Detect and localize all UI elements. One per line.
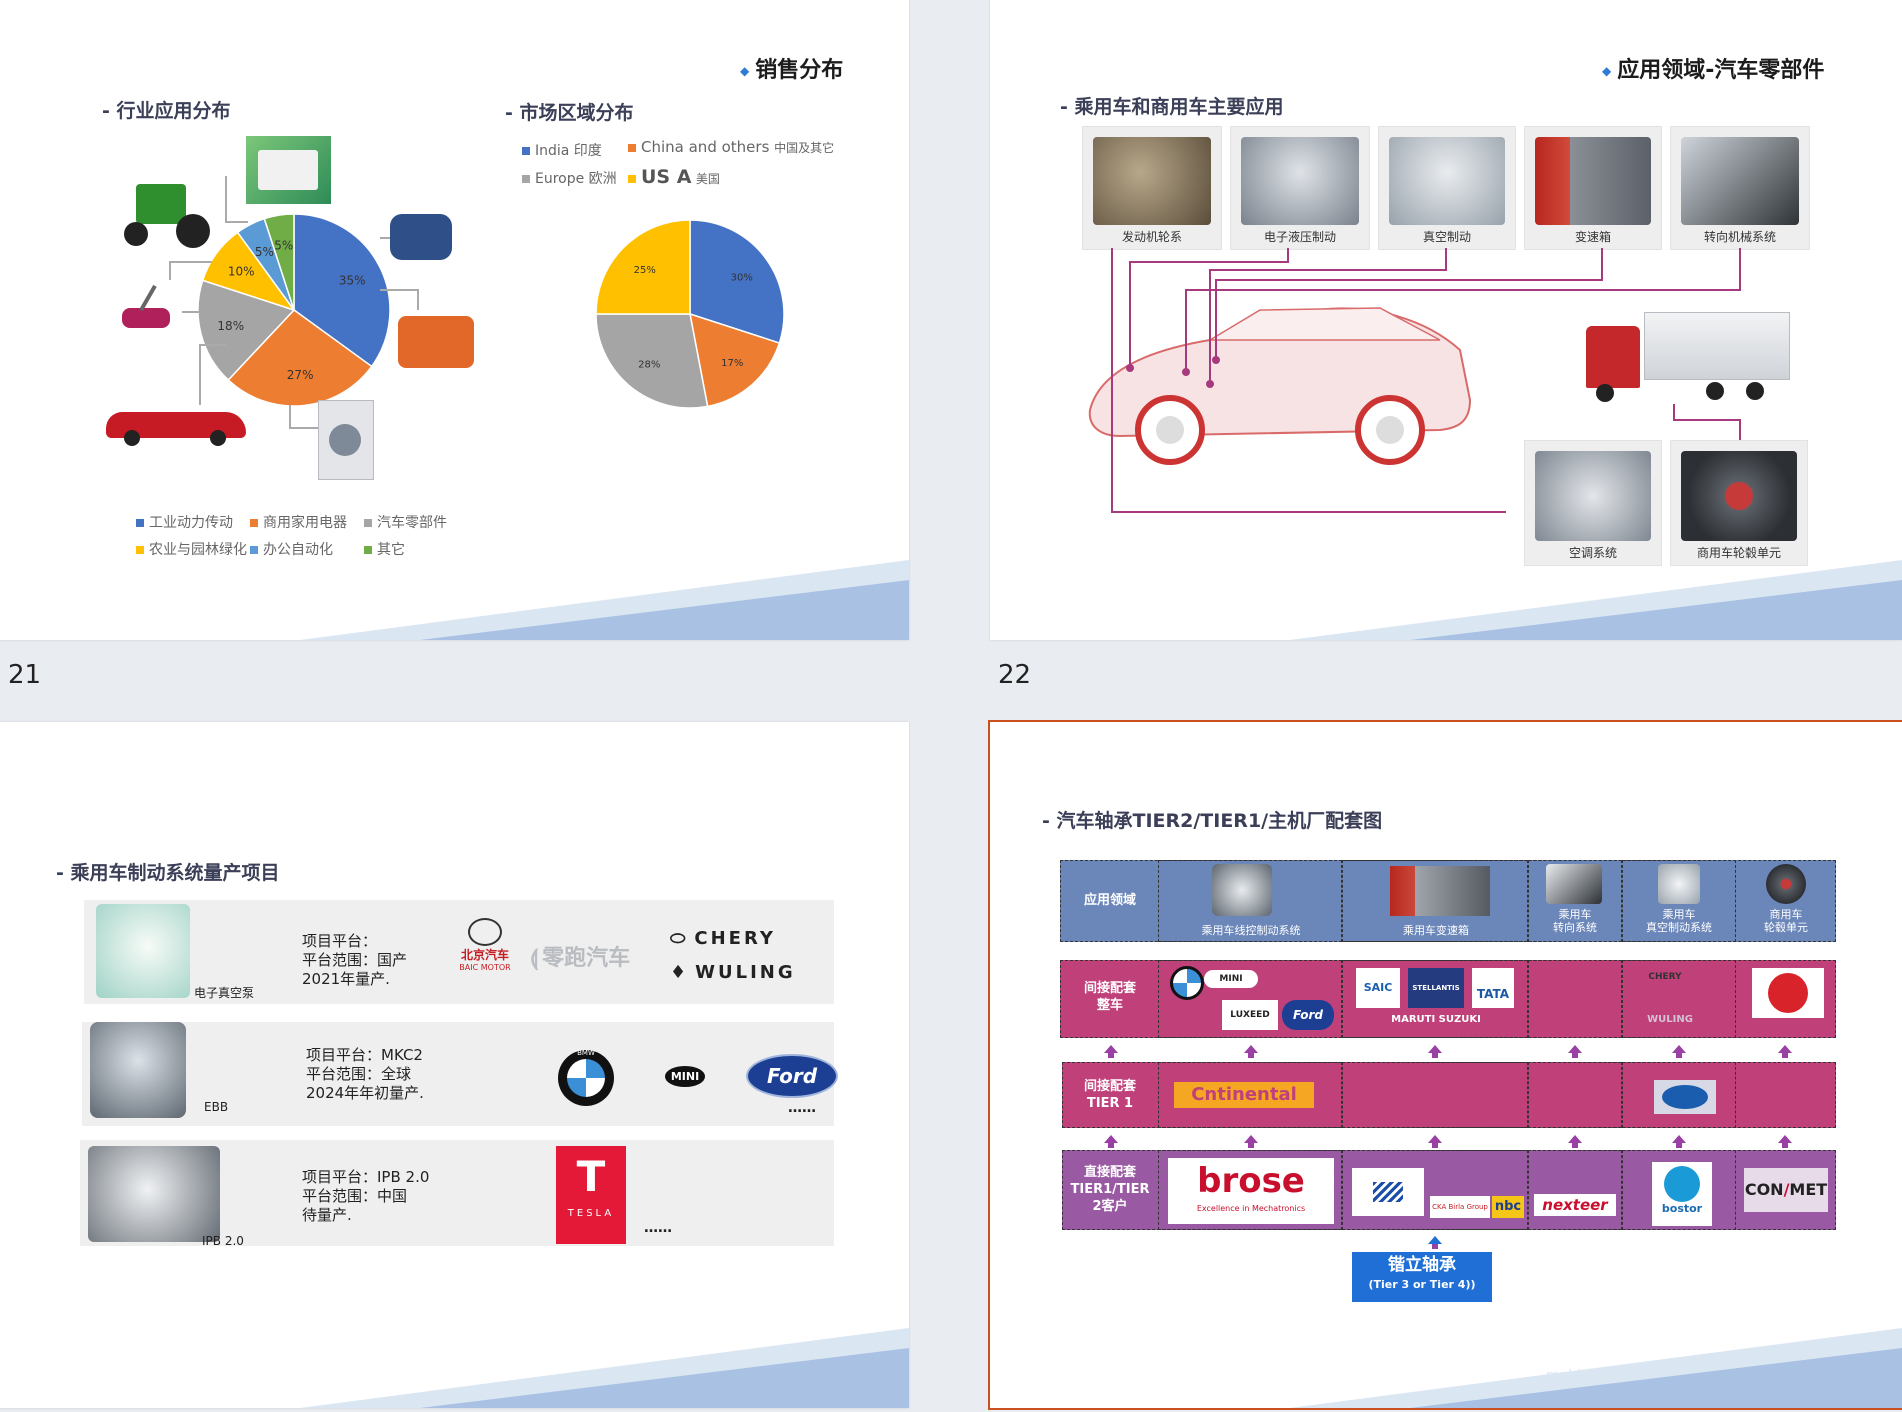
maruti-logo: MARUTI SUZUKI [1391,1014,1481,1025]
ipb-image [88,1146,220,1242]
ford-logo: Ford [1282,1000,1334,1030]
bmw-logo: BMW [558,1049,614,1106]
up-arrow-icon [1244,1045,1258,1058]
up-arrow-icon [1104,1135,1118,1148]
col5-image [1766,864,1806,904]
row-label-direct: 直接配套 TIER1/TIER 2客户 [1070,1165,1150,1214]
corner-decoration [1290,560,1902,640]
up-arrow-icon [1672,1135,1686,1148]
evp-details: 项目平台： 平台范围：国产 2021年量产. [302,932,408,988]
ford-logo: Ford [746,1054,838,1098]
col5-label: 商用车 轮毂单元 [1764,908,1808,934]
up-arrow-icon [1778,1135,1792,1148]
mini-logo: MINI [1204,970,1258,988]
conmet-logo: CON/MET [1744,1168,1828,1212]
row-label-tier1: 间接配套 TIER 1 [1083,1079,1136,1111]
corner-decoration [1290,1328,1902,1408]
ckabirla-logo: CKA Birla Group [1430,1196,1490,1218]
ebb-label: EBB [204,1100,229,1114]
chery-logo: ⬭ CHERY [670,928,776,949]
vie-logo [1654,1080,1716,1114]
evp-image [96,904,190,998]
ellipsis-ebb: …… [788,1100,816,1116]
col-divider [1528,1150,1622,1230]
wuling-logo: ♦ WULING [670,962,796,983]
chery-logo: CHERY [1648,972,1682,982]
col3-image [1546,864,1602,904]
bostor-logo: bostor [1652,1162,1712,1226]
slide-22[interactable]: ◆ 应用领域-汽车零部件 - 乘用车和商用车主要应用 发动机轮系 电子液压制动 真… [990,0,1902,640]
ellipsis-ipb: …… [644,1220,672,1236]
slide-21[interactable]: ◆ 销售分布 - 行业应用分布 - 市场区域分布 35% 27% 18% 10% 5% 5%… [0,0,909,640]
saga-logo [1352,1168,1424,1216]
col-divider [1528,960,1622,1038]
row-label-application: 应用领域 [1083,893,1136,908]
up-arrow-icon [1428,1135,1442,1148]
wuling-logo: WULING [1647,1014,1693,1025]
up-arrow-icon [1672,1045,1686,1058]
col2-image [1390,866,1490,916]
stellantis-logo: STELLANTIS [1408,968,1464,1008]
corner-decoration [300,560,909,640]
nexteer-logo: nexteer [1534,1194,1616,1216]
brose-logo: brose Excellence in Mechatronics [1168,1158,1334,1224]
slide-number-21: 21 [8,660,42,690]
corner-decoration [300,1328,909,1408]
evp-label: 电子真空泵 [194,986,255,1000]
ipb-details: 项目平台：IPB 2.0 平台范围：中国 待量产. [302,1168,430,1224]
slide-24[interactable]: - 汽车轴承TIER2/TIER1/主机厂配套图 应用领域 乘用车线控制动系统 … [988,720,1902,1410]
row-label-oem: 间接配套 整车 [1083,981,1136,1013]
up-arrow-icon [1778,1045,1792,1058]
dongfeng-logo [1752,968,1824,1018]
col-divider [1342,1062,1528,1128]
luxeed-logo: LUXEED [1222,1000,1278,1030]
tesla-logo: T TESLA [556,1146,626,1244]
tier-heading: - 汽车轴承TIER2/TIER1/主机厂配套图 [1042,810,1383,832]
leapmotor-logo: ⟬ 零跑汽车 [530,946,631,971]
up-arrow-icon [1428,1045,1442,1058]
saic-logo: SAIC [1356,968,1400,1008]
col4-label: 乘用车 真空制动系统 [1646,908,1712,934]
col2-label: 乘用车变速箱 [1403,924,1469,937]
col3-label: 乘用车 转向系统 [1553,908,1597,934]
slide-number-22: 22 [998,660,1032,690]
ebb-image [90,1022,186,1118]
up-arrow-icon [1568,1045,1582,1058]
up-arrow-icon [1568,1135,1582,1148]
continental-logo: Cntinental [1174,1082,1314,1108]
col4-image [1658,864,1700,904]
slide-23[interactable]: - 乘用车制动系统量产项目 电子真空泵 项目平台： 平台范围：国产 2021年量产.… [0,722,909,1408]
up-arrow-icon [1244,1135,1258,1148]
bmw-logo [1170,966,1204,1000]
nbc-logo: nbc [1492,1196,1524,1218]
baic-logo: 北京汽车 BAIC MOTOR [456,918,514,978]
tata-logo: TATA [1472,968,1514,1008]
col1-image [1212,864,1272,916]
col1-label: 乘用车线控制动系统 [1201,924,1301,937]
ebb-details: 项目平台：MKC2 平台范围：全球 2024年年初量产. [306,1046,424,1102]
projects-heading: - 乘用车制动系统量产项目 [56,862,280,884]
up-arrow-icon [1428,1236,1442,1249]
col-divider [1528,1062,1622,1128]
ipb-label: IPB 2.0 [202,1234,244,1248]
up-arrow-icon [1104,1045,1118,1058]
mini-logo: MINI [640,1060,730,1100]
